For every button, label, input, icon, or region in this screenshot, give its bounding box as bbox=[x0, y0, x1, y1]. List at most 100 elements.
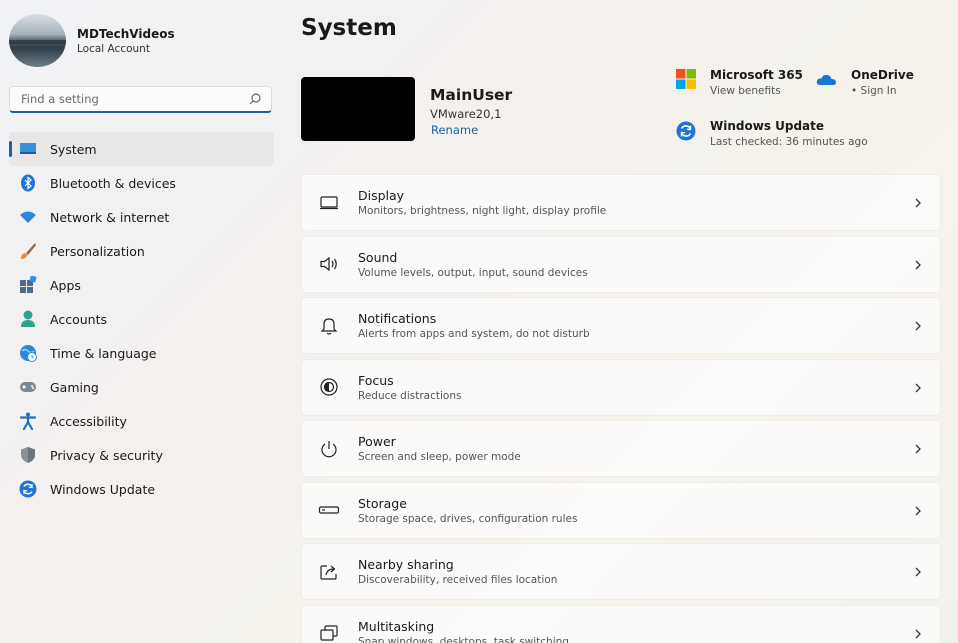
onedrive-link[interactable]: OneDrive • Sign In bbox=[816, 67, 914, 99]
share-icon bbox=[318, 561, 340, 583]
microsoft365-subtitle: View benefits bbox=[710, 85, 781, 97]
card-title: Storage bbox=[358, 495, 407, 511]
sidebar-item-system[interactable]: System bbox=[9, 132, 274, 166]
sidebar-item-label: Windows Update bbox=[50, 481, 156, 497]
sidebar-item-time-language[interactable]: Time & language bbox=[9, 336, 274, 370]
sound-card[interactable]: Sound Volume levels, output, input, soun… bbox=[301, 235, 941, 293]
sidebar-item-label: Privacy & security bbox=[50, 447, 163, 463]
card-subtitle: Screen and sleep, power mode bbox=[358, 451, 521, 463]
onedrive-title: OneDrive bbox=[851, 68, 914, 82]
page-title: System bbox=[301, 15, 397, 41]
card-title: Nearby sharing bbox=[358, 557, 454, 572]
sidebar-item-label: Apps bbox=[50, 277, 81, 293]
profile[interactable]: MDTechVideos Local Account bbox=[9, 14, 175, 67]
profile-name: MDTechVideos bbox=[77, 26, 175, 41]
settings-list: Display Monitors, brightness, night ligh… bbox=[301, 174, 941, 643]
shield-icon bbox=[18, 445, 38, 465]
sidebar-item-label: Accessibility bbox=[50, 413, 127, 429]
sidebar-item-accounts[interactable]: Accounts bbox=[9, 302, 274, 336]
windows-update-link[interactable]: Windows Update Last checked: 36 minutes … bbox=[675, 118, 868, 150]
device-thumbnail bbox=[301, 77, 415, 141]
sidebar-item-label: Bluetooth & devices bbox=[50, 175, 176, 191]
wifi-icon bbox=[18, 207, 38, 227]
search-box[interactable] bbox=[9, 86, 272, 113]
sidebar-item-label: Gaming bbox=[50, 379, 99, 395]
card-subtitle: Reduce distractions bbox=[358, 389, 462, 402]
nearby-sharing-card[interactable]: Nearby sharing Discoverability, received… bbox=[301, 543, 941, 600]
sidebar-item-label: Accounts bbox=[50, 311, 107, 327]
onedrive-subtitle: • Sign In bbox=[851, 85, 897, 97]
sidebar-item-bluetooth[interactable]: Bluetooth & devices bbox=[9, 166, 274, 200]
display-card[interactable]: Display Monitors, brightness, night ligh… bbox=[301, 174, 941, 231]
chevron-right-icon bbox=[915, 629, 921, 638]
microsoft365-title: Microsoft 365 bbox=[710, 68, 803, 82]
sidebar-item-gaming[interactable]: Gaming bbox=[9, 370, 274, 404]
update-icon bbox=[18, 479, 38, 499]
power-icon bbox=[318, 438, 340, 460]
chevron-right-icon bbox=[915, 198, 921, 208]
sidebar-item-personalization[interactable]: Personalization bbox=[9, 234, 274, 268]
avatar bbox=[9, 14, 66, 67]
windows-update-subtitle: Last checked: 36 minutes ago bbox=[710, 136, 868, 148]
sidebar-item-label: Personalization bbox=[50, 243, 145, 259]
sidebar-item-privacy[interactable]: Privacy & security bbox=[9, 438, 274, 472]
sidebar-item-windows-update[interactable]: Windows Update bbox=[9, 472, 274, 506]
sidebar-nav: System Bluetooth & devices Network & int… bbox=[0, 132, 285, 506]
microsoft365-link[interactable]: Microsoft 365 View benefits bbox=[675, 67, 803, 99]
account-type: Local Account bbox=[77, 42, 150, 55]
card-title: Display bbox=[358, 188, 405, 203]
focus-icon bbox=[318, 376, 340, 398]
sidebar: MDTechVideos Local Account System Blueto… bbox=[0, 0, 285, 643]
search-input[interactable] bbox=[19, 91, 248, 107]
sidebar-item-label: Time & language bbox=[50, 345, 157, 361]
monitor-icon bbox=[18, 139, 38, 159]
chevron-right-icon bbox=[915, 506, 921, 515]
bell-icon bbox=[318, 315, 340, 337]
bluetooth-icon bbox=[18, 173, 38, 193]
search-icon[interactable] bbox=[248, 92, 262, 106]
brush-icon bbox=[18, 241, 38, 261]
apps-icon bbox=[18, 275, 38, 295]
chevron-right-icon bbox=[915, 383, 921, 392]
globe-clock-icon bbox=[18, 343, 38, 363]
sidebar-item-apps[interactable]: Apps bbox=[9, 268, 274, 302]
device-model: VMware20,1 bbox=[430, 107, 502, 121]
card-subtitle: Monitors, brightness, night light, displ… bbox=[358, 205, 607, 217]
person-icon bbox=[18, 309, 38, 329]
accessibility-icon bbox=[18, 411, 38, 431]
speaker-icon bbox=[318, 253, 340, 275]
sidebar-item-label: Network & internet bbox=[50, 209, 170, 225]
onedrive-cloud-icon bbox=[816, 74, 836, 85]
card-title: Power bbox=[358, 434, 396, 449]
multitasking-icon bbox=[318, 622, 340, 643]
card-title: Multitasking bbox=[358, 618, 435, 634]
sidebar-item-network[interactable]: Network & internet bbox=[9, 200, 274, 234]
sidebar-item-label: System bbox=[50, 141, 97, 157]
card-subtitle: Snap windows, desktops, task switching bbox=[358, 635, 569, 643]
storage-icon bbox=[318, 499, 340, 521]
gamepad-icon bbox=[18, 377, 38, 397]
display-icon bbox=[318, 192, 340, 214]
card-subtitle: Storage space, drives, configuration rul… bbox=[358, 512, 578, 525]
chevron-right-icon bbox=[915, 444, 921, 454]
windows-update-title: Windows Update bbox=[710, 119, 825, 133]
chevron-right-icon bbox=[915, 260, 921, 269]
card-subtitle: Alerts from apps and system, do not dist… bbox=[358, 328, 590, 340]
multitasking-card[interactable]: Multitasking Snap windows, desktops, tas… bbox=[301, 604, 941, 643]
chevron-right-icon bbox=[915, 567, 921, 577]
rename-link[interactable]: Rename bbox=[431, 123, 478, 137]
microsoft-logo-icon bbox=[676, 69, 696, 89]
card-title: Notifications bbox=[358, 311, 437, 326]
card-subtitle: Volume levels, output, input, sound devi… bbox=[358, 266, 588, 279]
device-name: MainUser bbox=[430, 86, 513, 104]
sidebar-item-accessibility[interactable]: Accessibility bbox=[9, 404, 274, 438]
notifications-card[interactable]: Notifications Alerts from apps and syste… bbox=[301, 297, 941, 354]
update-icon bbox=[676, 121, 696, 141]
focus-card[interactable]: Focus Reduce distractions bbox=[301, 358, 941, 416]
storage-card[interactable]: Storage Storage space, drives, configura… bbox=[301, 481, 941, 539]
card-title: Sound bbox=[358, 249, 398, 265]
power-card[interactable]: Power Screen and sleep, power mode bbox=[301, 420, 941, 477]
card-title: Focus bbox=[358, 372, 394, 388]
card-subtitle: Discoverability, received files location bbox=[358, 574, 558, 586]
chevron-right-icon bbox=[915, 321, 921, 331]
